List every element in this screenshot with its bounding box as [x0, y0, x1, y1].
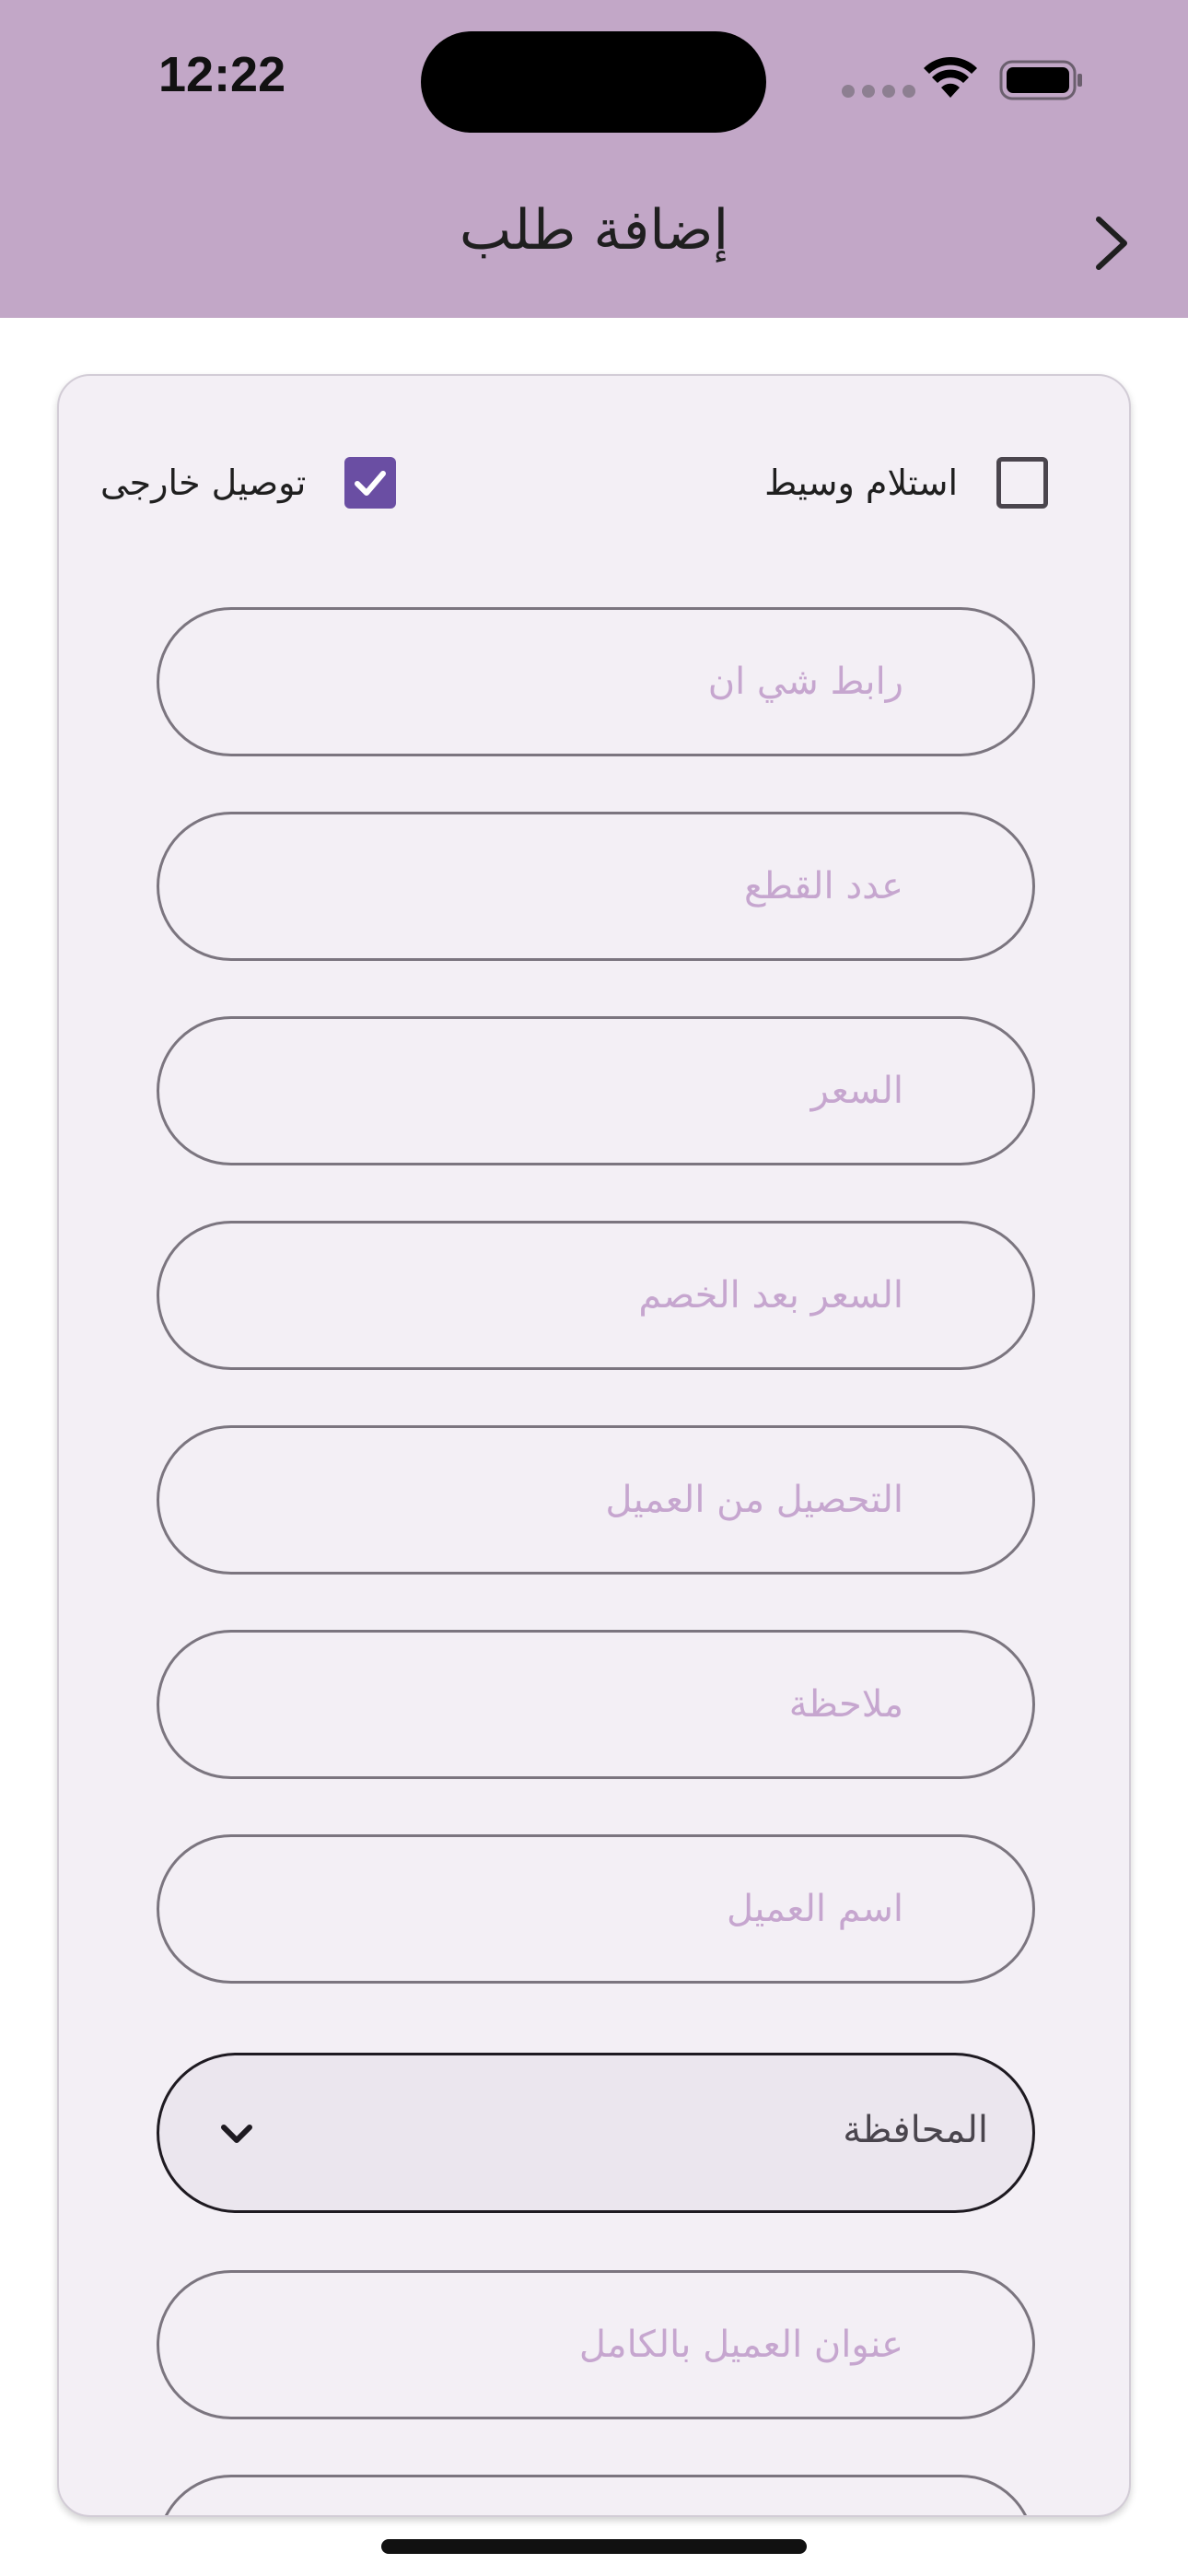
pieces-count-input[interactable] — [159, 814, 1032, 958]
customer-name-field[interactable] — [157, 1834, 1035, 1984]
broker-pickup-checkbox[interactable] — [996, 457, 1048, 509]
check-icon — [355, 471, 387, 496]
governorate-select[interactable]: المحافظة — [157, 2053, 1035, 2213]
collection-from-customer-field[interactable] — [157, 1425, 1035, 1575]
note-input[interactable] — [159, 1633, 1032, 1776]
external-delivery-checkbox[interactable] — [344, 457, 397, 509]
cellular-signal-icon — [842, 85, 915, 98]
page-title: إضافة طلب — [459, 198, 729, 263]
chevron-down-icon — [221, 2125, 252, 2143]
collection-from-customer-input[interactable] — [159, 1428, 1032, 1572]
governorate-select-value: المحافظة — [843, 2109, 988, 2151]
full-address-input[interactable] — [159, 2273, 1032, 2417]
dynamic-island — [421, 31, 766, 133]
back-chevron-icon[interactable] — [1091, 214, 1132, 273]
broker-pickup-label: استلام وسيط — [764, 463, 958, 503]
broker-pickup-option[interactable]: استلام وسيط — [764, 455, 1048, 510]
home-indicator[interactable] — [381, 2539, 807, 2554]
shein-link-input[interactable] — [159, 610, 1032, 754]
pieces-count-field[interactable] — [157, 812, 1035, 961]
shein-link-field[interactable] — [157, 607, 1035, 756]
price-after-discount-input[interactable] — [159, 1224, 1032, 1367]
customer-name-input[interactable] — [159, 1837, 1032, 1981]
note-field[interactable] — [157, 1630, 1035, 1779]
screen: 12:22 إضافة طلب توصيل خارجى استلام وسيط … — [0, 0, 1188, 2576]
app-bar: 12:22 إضافة طلب — [0, 0, 1188, 318]
battery-icon — [999, 60, 1082, 100]
price-field[interactable] — [157, 1016, 1035, 1165]
external-delivery-label: توصيل خارجى — [100, 463, 307, 503]
status-time: 12:22 — [158, 47, 286, 102]
price-input[interactable] — [159, 1019, 1032, 1163]
price-after-discount-field[interactable] — [157, 1221, 1035, 1370]
full-address-field[interactable] — [157, 2270, 1035, 2419]
external-delivery-option[interactable]: توصيل خارجى — [100, 455, 397, 510]
wifi-icon — [924, 57, 977, 98]
next-field-partial[interactable] — [157, 2475, 1035, 2515]
order-form-card: توصيل خارجى استلام وسيط رابط شي ان عدد ا… — [57, 374, 1131, 2517]
